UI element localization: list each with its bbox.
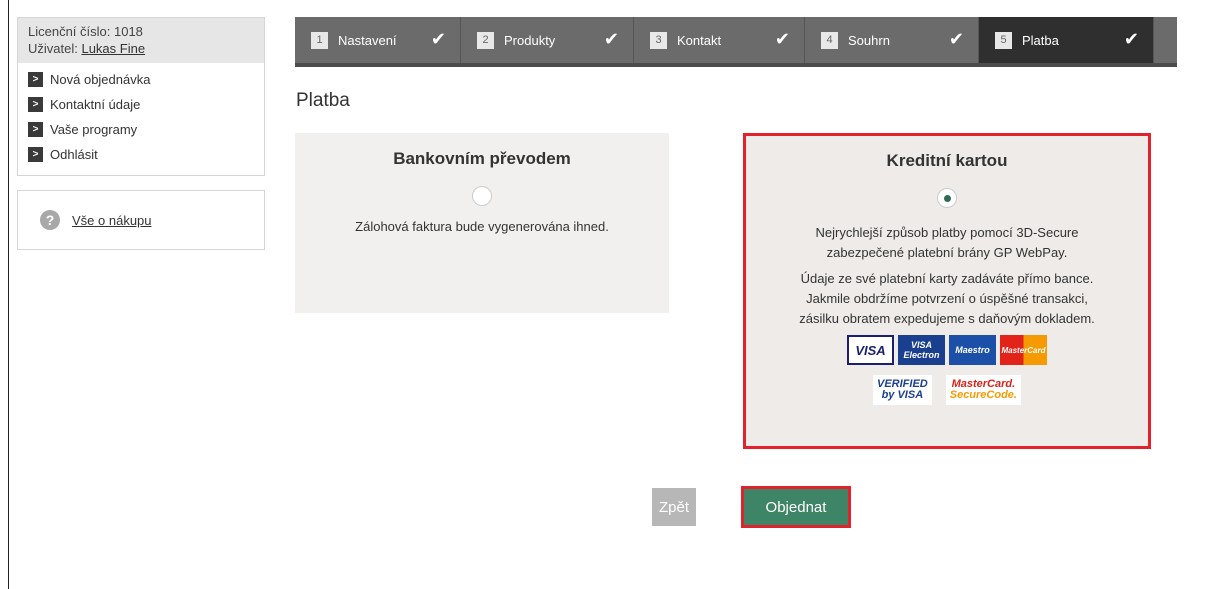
help-link[interactable]: Vše o nákupu xyxy=(72,213,152,228)
option-description: Nejrychlejší způsob platby pomocí 3D-Sec… xyxy=(746,223,1148,263)
order-button[interactable]: Objednat xyxy=(741,486,851,528)
step-label: Nastavení xyxy=(338,32,397,48)
step-number: 4 xyxy=(821,31,838,49)
step-payment[interactable]: 5 Platba ✔ xyxy=(979,17,1154,63)
sidebar: Licenční číslo: 1018 Uživatel: Lukas Fin… xyxy=(17,17,265,250)
question-icon: ? xyxy=(40,210,60,230)
logo-text: Electron xyxy=(903,350,940,360)
security-logos: VERIFIED by VISA MasterCard. SecureCode. xyxy=(746,375,1148,405)
step-label: Platba xyxy=(1022,32,1059,48)
card-logos: VISA VISA Electron Maestro MasterCard xyxy=(746,335,1148,365)
help-box: ? Vše o nákupu xyxy=(17,190,265,250)
menu-item-label: Nová objednávka xyxy=(50,72,151,87)
option-title: Bankovním převodem xyxy=(393,149,571,168)
payment-option-bank-transfer[interactable]: Bankovním převodem Zálohová faktura bude… xyxy=(295,133,669,313)
bank-transfer-radio[interactable] xyxy=(472,186,492,206)
menu-item-label: Odhlásit xyxy=(50,147,98,162)
mastercard-securecode-logo: MasterCard. SecureCode. xyxy=(945,375,1021,405)
page-title: Platba xyxy=(296,90,350,111)
chevron-right-icon: > xyxy=(28,147,43,162)
mastercard-logo: MasterCard xyxy=(1000,335,1047,365)
checkout-steps: 1 Nastavení ✔ 2 Produkty ✔ 3 Kontakt ✔ 4… xyxy=(295,17,1177,67)
step-summary[interactable]: 4 Souhrn ✔ xyxy=(805,17,979,63)
chevron-right-icon: > xyxy=(28,72,43,87)
credit-card-radio[interactable] xyxy=(937,188,957,208)
sidebar-menu: > Nová objednávka > Kontaktní údaje > Va… xyxy=(18,63,264,175)
checkmark-icon: ✔ xyxy=(430,29,446,49)
step-products[interactable]: 2 Produkty ✔ xyxy=(461,17,634,63)
step-contact[interactable]: 3 Kontakt ✔ xyxy=(634,17,805,63)
user-header: Licenční číslo: 1018 Uživatel: Lukas Fin… xyxy=(18,18,264,63)
step-number: 5 xyxy=(995,31,1012,49)
menu-item-label: Vaše programy xyxy=(50,122,138,137)
back-button[interactable]: Zpět xyxy=(652,488,696,526)
menu-item-label: Kontaktní údaje xyxy=(50,97,141,112)
option-description: Zálohová faktura bude vygenerována ihned… xyxy=(355,219,609,234)
menu-item-contact-info[interactable]: > Kontaktní údaje xyxy=(28,92,254,117)
user-name-link[interactable]: Lukas Fine xyxy=(81,41,145,56)
chevron-right-icon: > xyxy=(28,122,43,137)
checkmark-icon: ✔ xyxy=(774,29,790,49)
license-number: Licenční číslo: 1018 xyxy=(28,24,143,39)
user-prefix: Uživatel: xyxy=(28,41,82,56)
desc-line: zásilku obratem expedujeme s daňovým dok… xyxy=(799,311,1095,326)
checkmark-icon: ✔ xyxy=(1123,29,1139,49)
step-settings[interactable]: 1 Nastavení ✔ xyxy=(295,17,461,63)
logo-text: SecureCode. xyxy=(949,389,1017,401)
desc-line: Údaje ze své platební karty zadáváte pří… xyxy=(800,271,1094,286)
chevron-right-icon: > xyxy=(28,97,43,112)
step-number: 2 xyxy=(477,31,494,49)
step-label: Souhrn xyxy=(848,32,890,48)
user-box: Licenční číslo: 1018 Uživatel: Lukas Fin… xyxy=(17,17,265,176)
logo-text: by VISA xyxy=(881,389,924,401)
visa-logo: VISA xyxy=(847,335,894,365)
checkmark-icon: ✔ xyxy=(603,29,619,49)
verified-by-visa-logo: VERIFIED by VISA xyxy=(873,375,932,405)
menu-item-your-programs[interactable]: > Vaše programy xyxy=(28,117,254,142)
desc-line: zabezpečené platební brány GP WebPay. xyxy=(826,245,1068,260)
menu-item-new-order[interactable]: > Nová objednávka xyxy=(28,67,254,92)
step-label: Produkty xyxy=(504,32,556,48)
step-number: 1 xyxy=(311,31,328,49)
payment-option-credit-card[interactable]: Kreditní kartou Nejrychlejší způsob plat… xyxy=(743,133,1151,449)
visa-electron-logo: VISA Electron xyxy=(898,335,945,365)
logo-text: VISA xyxy=(910,340,932,350)
option-description-secondary: Údaje ze své platební karty zadáváte pří… xyxy=(746,269,1148,329)
step-label: Kontakt xyxy=(677,32,722,48)
desc-line: Jakmile obdržíme potvrzení o úspěšné tra… xyxy=(806,291,1088,306)
menu-item-logout[interactable]: > Odhlásit xyxy=(28,142,254,167)
window-edge xyxy=(8,0,9,589)
maestro-logo: Maestro xyxy=(949,335,996,365)
step-number: 3 xyxy=(650,31,667,49)
desc-line: Nejrychlejší způsob platby pomocí 3D-Sec… xyxy=(815,225,1079,240)
user-line: Uživatel: Lukas Fine xyxy=(28,40,254,57)
option-title: Kreditní kartou xyxy=(886,151,1008,170)
checkmark-icon: ✔ xyxy=(948,29,964,49)
